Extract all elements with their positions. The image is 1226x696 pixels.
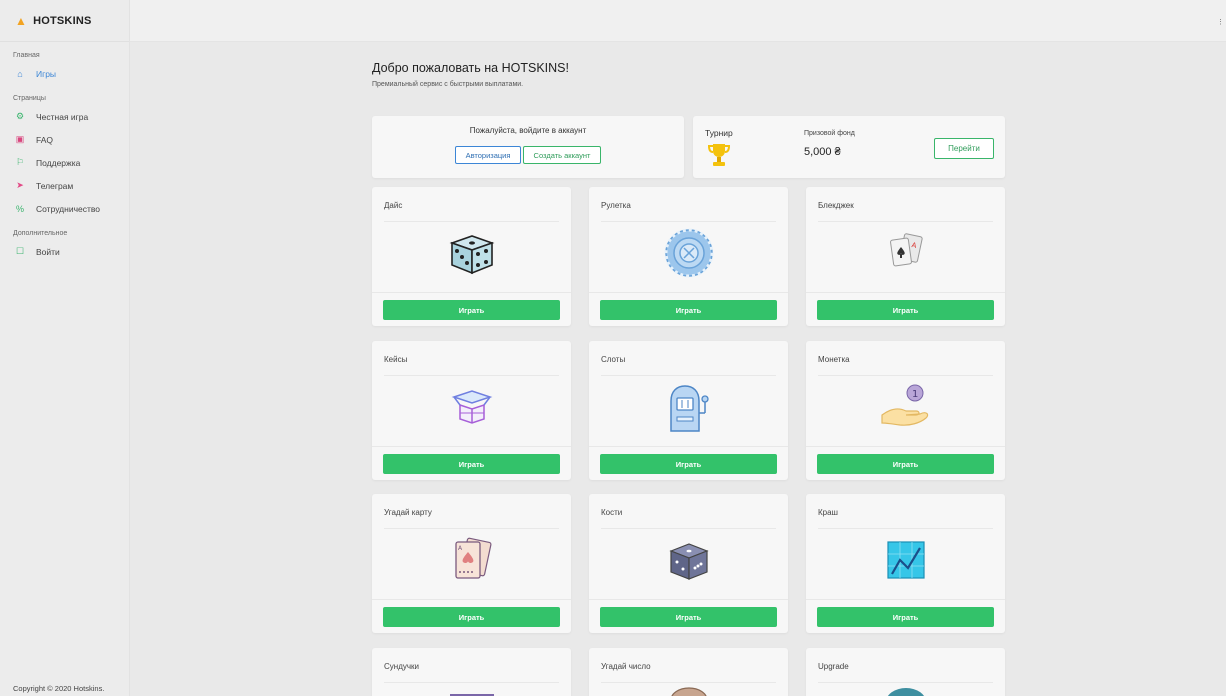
trophy-icon (707, 144, 731, 166)
brand-logo[interactable]: ▲ HOTSKINS (0, 0, 129, 42)
sidebar-item-label: Телеграм (36, 180, 74, 191)
tournament-panel: Турнир Призовой фонд 5,000 ₴ Перейти (693, 116, 1005, 178)
login-panel: Пожалуйста, войдите в аккаунт Авторизаци… (372, 116, 684, 178)
page-subtitle: Премиальный сервис с быстрыми выплатами. (372, 81, 524, 88)
topbar: ⋮ (130, 0, 1226, 42)
sidebar-item-games[interactable]: ⌂ Игры (0, 62, 129, 85)
dice-icon (449, 235, 495, 275)
svg-text:1: 1 (912, 389, 918, 400)
sidebar-item-fair-play[interactable]: ⚙ Честная игра (0, 105, 129, 128)
game-card-blackjack: Блекджек A Играть (806, 187, 1005, 326)
play-button[interactable]: Играть (600, 607, 777, 627)
play-button[interactable]: Играть (600, 300, 777, 320)
game-title: Сундучки (384, 662, 419, 671)
book-icon: ▣ (15, 134, 25, 144)
lock-icon: ☐ (15, 246, 25, 256)
sidebar-section-pages: Страницы (13, 95, 46, 102)
play-button[interactable]: Играть (817, 300, 994, 320)
go-button[interactable]: Перейти (934, 138, 994, 159)
sidebar-item-label: Честная игра (36, 111, 89, 122)
percent-icon: % (15, 203, 24, 214)
login-prompt: Пожалуйста, войдите в аккаунт (469, 126, 587, 135)
game-title: Угадай число (601, 662, 651, 671)
game-card-coin: Монетка 1 Играть (806, 341, 1005, 480)
game-card-chests: Сундучки (372, 648, 571, 696)
sidebar-item-label: FAQ (36, 134, 54, 145)
cards-icon: A (890, 233, 923, 267)
game-title: Краш (818, 508, 838, 517)
number-icon (671, 687, 707, 696)
sidebar: ▲ HOTSKINS Главная ⌂ Игры Страницы ⚙ Чес… (0, 0, 130, 696)
sidebar-item-faq[interactable]: ▣ FAQ (0, 128, 129, 151)
game-title: Upgrade (818, 662, 849, 671)
copyright-text: Copyright © 2020 Hotskins. (13, 684, 105, 693)
more-icon[interactable]: ⋮ (1217, 18, 1224, 26)
play-button[interactable]: Играть (383, 300, 560, 320)
sidebar-item-label: Сотрудничество (36, 203, 101, 214)
game-card-cases: Кейсы Играть (372, 341, 571, 480)
prize-label: Призовой фонд (804, 130, 855, 137)
game-title: Дайс (384, 201, 403, 210)
prize-value: 5,000 ₴ (804, 146, 841, 158)
slot-machine-icon (670, 385, 709, 432)
page-title: Добро пожаловать на HOTSKINS! (372, 61, 569, 75)
sidebar-item-label: Поддержка (36, 157, 81, 168)
game-title: Рулетка (601, 201, 631, 210)
play-button[interactable]: Играть (817, 607, 994, 627)
chest-icon (450, 694, 494, 696)
coin-hand-icon: 1 (881, 384, 929, 426)
game-title: Угадай карту (384, 508, 432, 517)
telegram-icon: ➤ (16, 180, 24, 190)
sidebar-item-telegram[interactable]: ➤ Телеграм (0, 174, 129, 197)
flag-icon: ⚐ (15, 157, 25, 167)
playing-card-icon: A (455, 537, 492, 579)
home-icon: ⌂ (17, 68, 23, 79)
game-title: Слоты (601, 355, 626, 364)
game-card-guess-card: Угадай карту A Играть (372, 494, 571, 633)
game-card-dice: Дайс Играть (372, 187, 571, 326)
sidebar-item-label: Игры (36, 68, 57, 79)
create-account-button[interactable]: Создать аккаунт (523, 146, 601, 164)
box-icon (451, 390, 493, 424)
game-card-upgrade: Upgrade (806, 648, 1005, 696)
play-button[interactable]: Играть (600, 454, 777, 474)
sidebar-section-extra: Дополнительное (13, 230, 68, 237)
sidebar-item-label: Войти (36, 246, 60, 257)
gear-icon: ⚙ (15, 111, 25, 121)
sidebar-item-login[interactable]: ☐ Войти (0, 240, 129, 263)
game-card-bones: Кости Играть (589, 494, 788, 633)
sidebar-section-main: Главная (13, 52, 40, 59)
play-button[interactable]: Играть (383, 607, 560, 627)
game-card-roulette: Рулетка Играть (589, 187, 788, 326)
tournament-title: Турнир (705, 128, 733, 138)
crash-chart-icon (887, 541, 925, 579)
flame-icon: ▲ (15, 13, 28, 28)
auth-button[interactable]: Авторизация (455, 146, 521, 164)
game-title: Кейсы (384, 355, 408, 364)
sidebar-item-partnership[interactable]: % Сотрудничество (0, 197, 129, 220)
game-card-slots: Слоты Играть (589, 341, 788, 480)
upgrade-icon (887, 688, 925, 696)
play-button[interactable]: Играть (817, 454, 994, 474)
roulette-icon (664, 228, 714, 278)
game-title: Блекджек (818, 201, 854, 210)
game-title: Монетка (818, 355, 850, 364)
game-card-crash: Краш Играть (806, 494, 1005, 633)
game-card-guess-number: Угадай число (589, 648, 788, 696)
play-button[interactable]: Играть (383, 454, 560, 474)
bones-icon (669, 543, 709, 580)
sidebar-item-support[interactable]: ⚐ Поддержка (0, 151, 129, 174)
game-title: Кости (601, 508, 623, 517)
brand-name: HOTSKINS (33, 14, 92, 27)
